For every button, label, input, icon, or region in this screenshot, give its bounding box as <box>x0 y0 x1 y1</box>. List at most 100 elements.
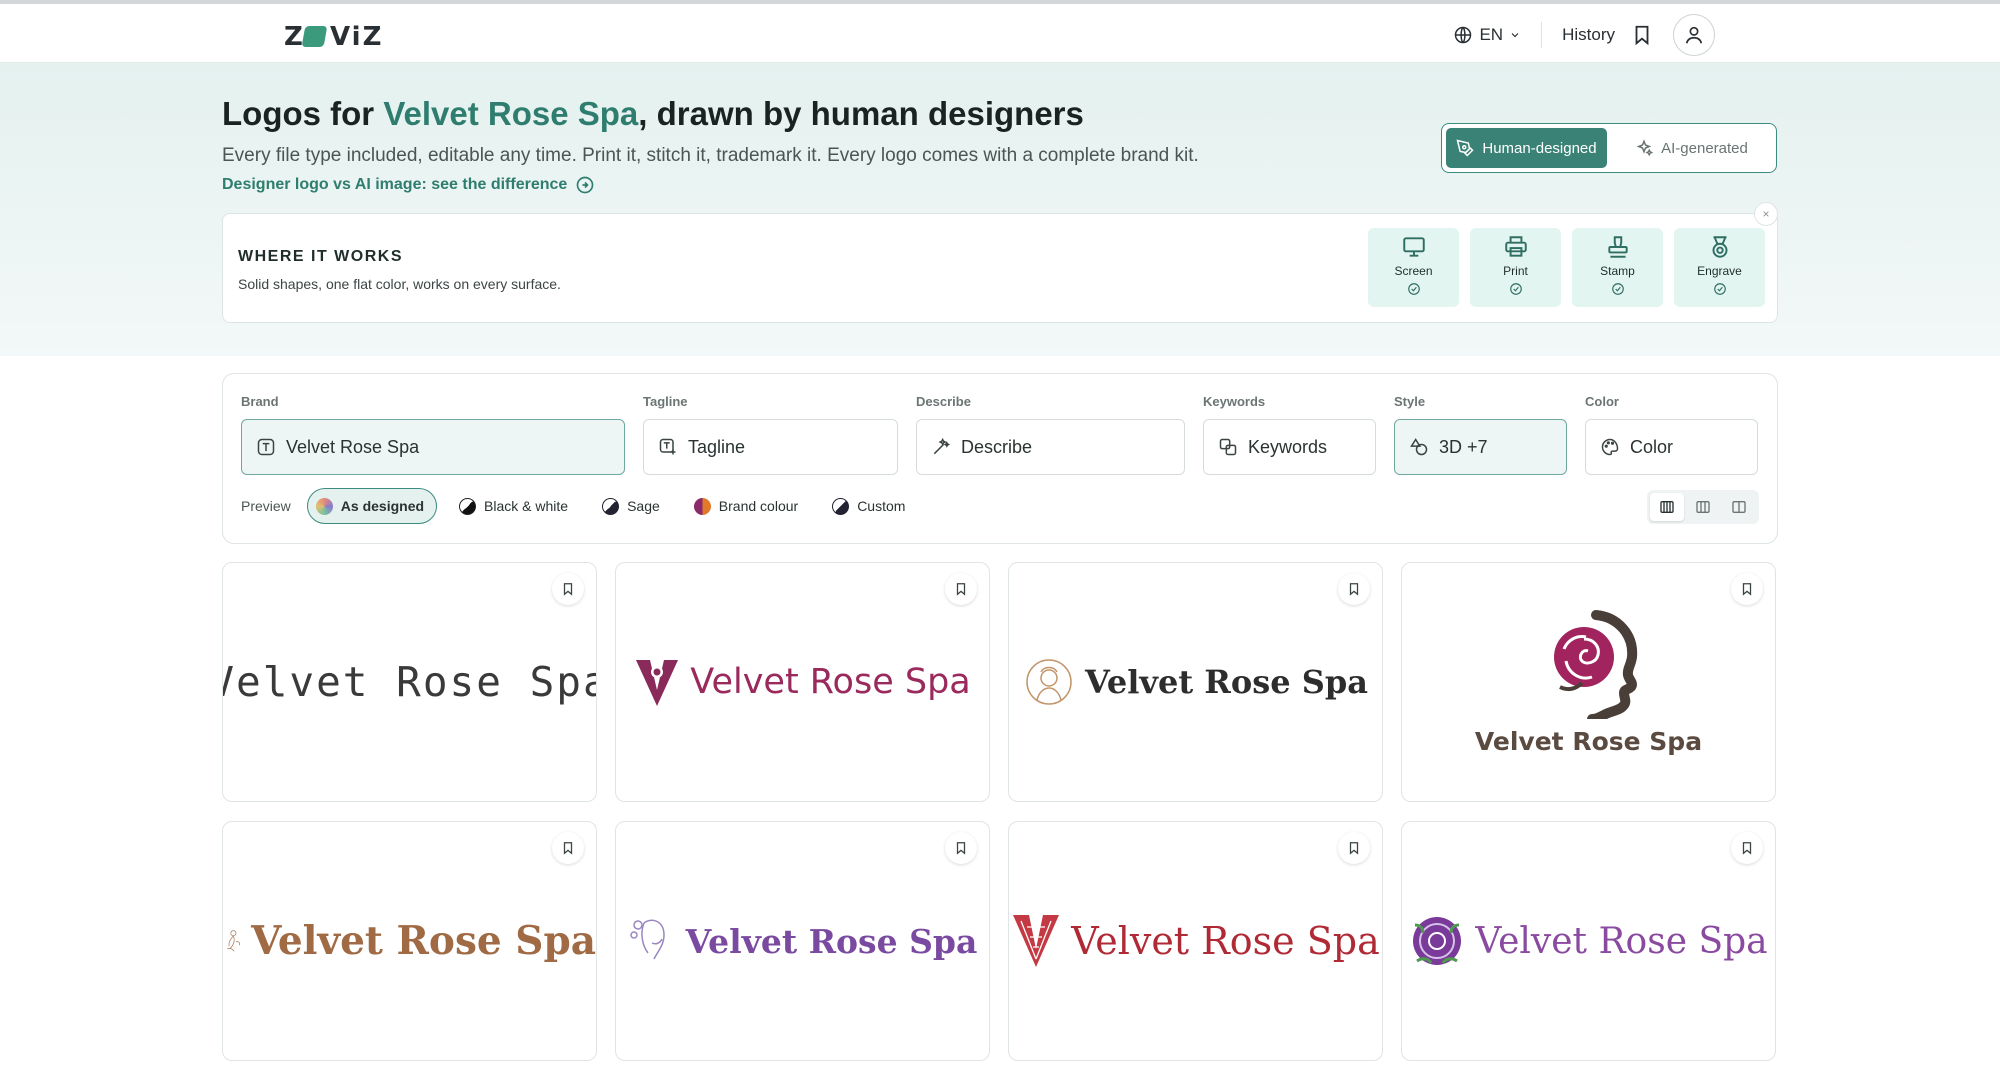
view-3-columns-button[interactable] <box>1686 493 1720 521</box>
logo-text: Velvet Rose Spa <box>1475 920 1768 962</box>
user-icon <box>1685 26 1703 44</box>
save-logo-button[interactable] <box>1338 832 1370 864</box>
woman-face-mark-icon <box>1026 659 1072 705</box>
color-placeholder: Color <box>1630 436 1674 457</box>
designer-vs-ai-link-text: Designer logo vs AI image: see the diffe… <box>222 176 568 193</box>
save-logo-button[interactable] <box>945 832 977 864</box>
custom-swatch-icon <box>832 497 850 515</box>
text-add-icon <box>659 438 676 455</box>
works-title: WHERE IT WORKS <box>238 248 403 265</box>
bookmark-icon <box>563 583 573 596</box>
woman-flowers-mark-icon <box>629 919 665 960</box>
sage-swatch-icon <box>602 497 620 515</box>
save-logo-button[interactable] <box>1731 573 1763 605</box>
logo-card[interactable]: Velvet Rose Spa <box>615 562 990 802</box>
preview-black-white[interactable]: Black & white <box>451 488 580 524</box>
surface-label: Engrave <box>1697 264 1742 278</box>
ai-generated-option[interactable]: AI-generated <box>1611 128 1772 168</box>
logo-card[interactable]: Velvet Rose Spa <box>1008 562 1383 802</box>
bookmark-icon <box>1742 583 1752 596</box>
tagline-placeholder: Tagline <box>688 436 746 457</box>
title-suffix: , drawn by human designers <box>638 95 1084 132</box>
close-works-button[interactable]: × <box>1754 202 1778 226</box>
hero-section: Logos for Velvet Rose Spa, drawn by huma… <box>0 63 2000 356</box>
save-logo-button[interactable] <box>1338 573 1370 605</box>
keywords-input[interactable]: Keywords <box>1203 419 1376 475</box>
zoviz-logo-mark: Z ViZ <box>284 22 383 50</box>
preview-option-label: Custom <box>857 498 906 514</box>
stamp-icon <box>1607 236 1628 258</box>
logo-preview: Velvet Rose Spa <box>1402 822 1775 1060</box>
preview-options: Preview As designed Black & white Sage B… <box>241 488 917 524</box>
text-icon <box>257 438 275 456</box>
human-designed-option[interactable]: Human-designed <box>1446 128 1607 168</box>
printer-icon <box>1504 236 1527 257</box>
logo-preview: Velvet Rose Spa <box>1009 822 1382 1060</box>
rose-badge-mark-icon <box>1413 917 1462 965</box>
surface-screen: Screen <box>1368 228 1459 307</box>
logo-card[interactable]: Velvet Rose Spa <box>1008 821 1383 1061</box>
logo-card[interactable]: Velvet Rose Spa <box>222 821 597 1061</box>
logo-text: Velvet Rose Spa <box>1071 919 1380 963</box>
pen-tool-icon <box>1456 139 1474 157</box>
view-2-columns-button[interactable] <box>1722 493 1756 521</box>
preview-as-designed[interactable]: As designed <box>306 488 438 524</box>
logo-preview: Velvet Rose Spa <box>616 563 989 801</box>
preview-option-label: As designed <box>340 498 425 514</box>
save-logo-button[interactable] <box>552 573 584 605</box>
save-logo-button[interactable] <box>1731 832 1763 864</box>
color-input[interactable]: Color <box>1585 419 1758 475</box>
ai-generated-label: AI-generated <box>1661 139 1748 157</box>
title-brand: Velvet Rose Spa <box>383 95 639 132</box>
logo-text: Velvet Rose Spa <box>685 921 978 961</box>
preview-brand-colour[interactable]: Brand colour <box>686 488 810 524</box>
svg-text:ViZ: ViZ <box>330 22 383 50</box>
bookmark-icon[interactable] <box>1631 24 1653 46</box>
designer-vs-ai-link[interactable]: Designer logo vs AI image: see the diffe… <box>222 175 595 195</box>
logo-card[interactable]: Velvet Rose Spa <box>1401 821 1776 1061</box>
surface-print: Print <box>1470 228 1561 307</box>
logo-card[interactable]: Velvet Rose Spa <box>615 821 990 1061</box>
floral-figure-mark-icon <box>227 930 240 952</box>
save-logo-button[interactable] <box>552 832 584 864</box>
user-avatar-button[interactable] <box>1673 14 1715 56</box>
shapes-icon <box>1410 438 1428 456</box>
describe-placeholder: Describe <box>961 436 1033 457</box>
bookmark-icon <box>1349 842 1359 855</box>
bookmark-icon <box>956 842 966 855</box>
color-field-group: Color Color <box>1585 394 1758 475</box>
save-logo-button[interactable] <box>945 573 977 605</box>
medal-icon <box>1712 236 1727 258</box>
grid-4-icon <box>1660 501 1674 513</box>
globe-icon <box>1455 26 1472 44</box>
where-it-works-panel: WHERE IT WORKS Solid shapes, one flat co… <box>222 202 1778 323</box>
preview-custom[interactable]: Custom <box>824 488 917 524</box>
history-link[interactable]: History <box>1542 25 1631 45</box>
logo-card[interactable]: Velvet Rose Spa <box>1401 562 1776 802</box>
monitor-icon <box>1402 237 1425 257</box>
brand-field-group: Brand Velvet Rose Spa <box>241 394 625 475</box>
logo-card[interactable]: Velvet Rose Spa <box>222 562 597 802</box>
describe-input[interactable]: Describe <box>916 419 1185 475</box>
logo-text: Velvet Rose Spa <box>690 662 971 702</box>
header-nav: EN History <box>1453 14 1715 56</box>
preview-label: Preview <box>241 498 291 514</box>
view-4-columns-button[interactable] <box>1650 493 1684 521</box>
brand-input[interactable]: Velvet Rose Spa <box>241 419 625 475</box>
top-bar: Z ViZ EN History <box>0 0 2000 63</box>
human-designed-label: Human-designed <box>1482 139 1597 157</box>
keywords-field-group: Keywords Keywords <box>1203 394 1376 475</box>
logo-text: Velvet Rose Spa <box>222 658 597 706</box>
zoviz-logo[interactable]: Z ViZ <box>284 22 392 50</box>
describe-field-group: Describe Describe <box>916 394 1185 475</box>
keywords-icon <box>1219 438 1237 456</box>
tagline-input[interactable]: Tagline <box>643 419 898 475</box>
brand-swatch-icon <box>693 497 711 515</box>
preview-sage[interactable]: Sage <box>594 488 672 524</box>
style-input[interactable]: 3D +7 <box>1394 419 1567 475</box>
describe-label: Describe <box>916 394 971 409</box>
keywords-placeholder: Keywords <box>1248 436 1328 457</box>
brand-label: Brand <box>241 394 279 409</box>
tagline-field-group: Tagline Tagline <box>643 394 898 475</box>
language-selector[interactable]: EN <box>1453 22 1543 48</box>
